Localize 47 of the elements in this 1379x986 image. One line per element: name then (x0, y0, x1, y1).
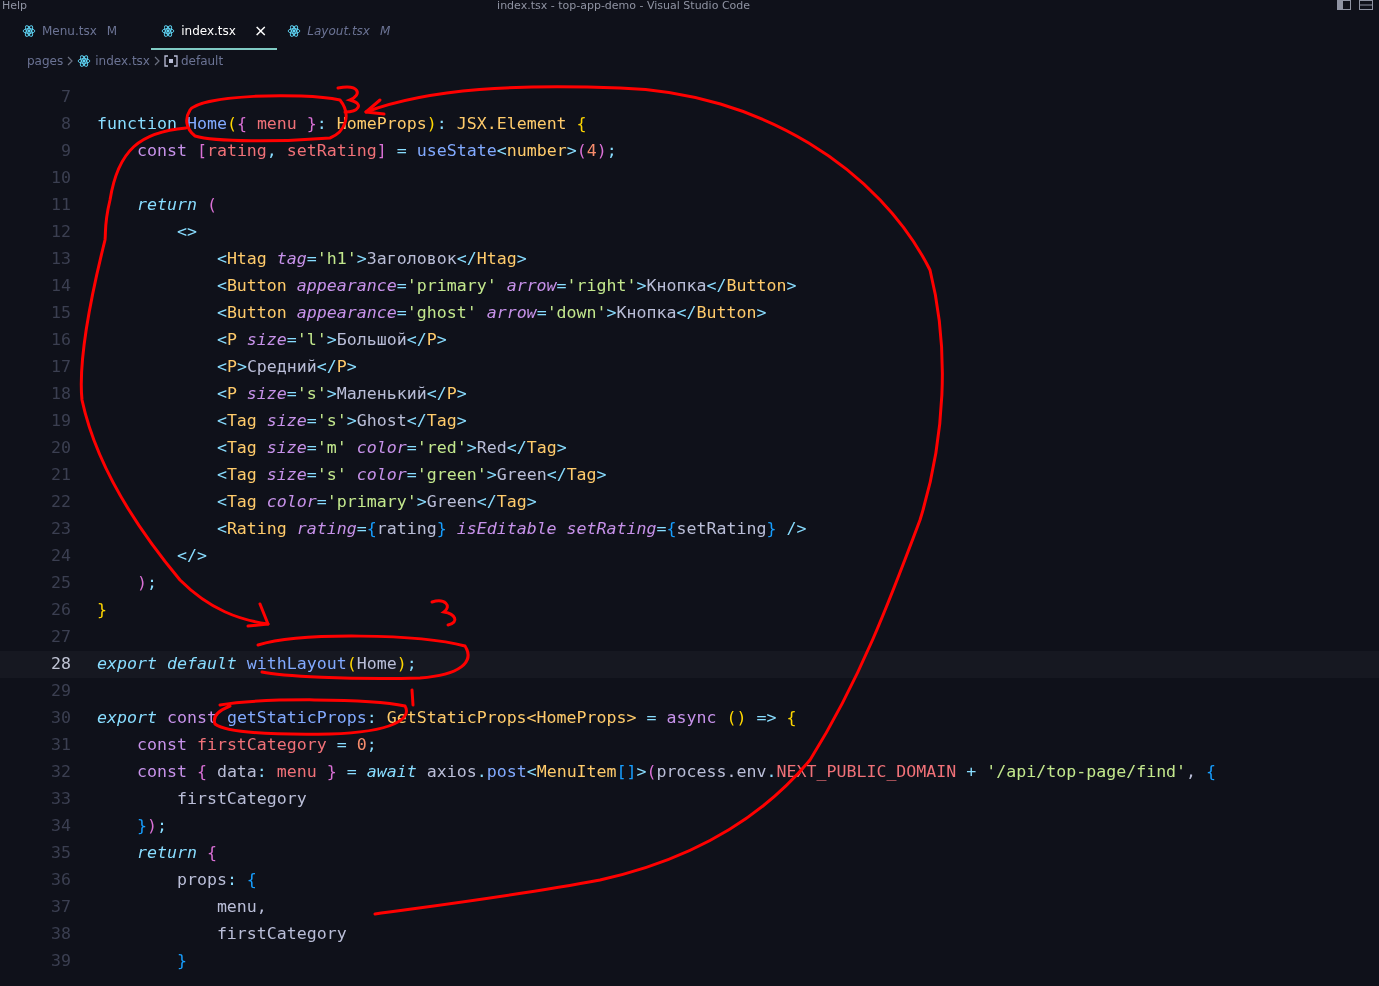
breadcrumb-item[interactable]: pages (27, 52, 64, 70)
code-line: const [rating, setRating] = useState<number>(4); (135, 140, 617, 163)
code-line: <Rating rating={rating} isEditable setRating={setRating} /> (215, 518, 807, 541)
menu-item[interactable]: Help (2, 0, 28, 12)
code-line: menu, (215, 896, 267, 919)
chevron-icon (66, 56, 75, 66)
editor-tab[interactable]: Menu.tsx M (12, 14, 128, 50)
panel-layout-icon[interactable] (1359, 0, 1373, 10)
code-line: <Tag size='s' color='green'>Green</Tag> (215, 464, 607, 487)
modified-label: M (106, 23, 118, 40)
code-line: }); (135, 815, 167, 838)
code-line: return { (135, 842, 217, 865)
react-icon (287, 24, 302, 38)
editor-tab[interactable]: Layout.tsx M (277, 14, 401, 50)
react-icon (22, 24, 36, 38)
react-icon (161, 24, 176, 38)
code-line: <Button appearance='ghost' arrow='down'>Кнопка</Button> (215, 302, 767, 325)
line-number: 28 (50, 653, 72, 676)
code-line: </> (175, 545, 207, 568)
react-icon (77, 54, 92, 68)
code-line: <Tag color='primary'>Green</Tag> (215, 491, 537, 514)
code-line: <> (175, 221, 197, 244)
code-line: props: { (175, 869, 257, 892)
chevron-icon (152, 56, 161, 66)
code-line: <Tag size='m' color='red'>Red</Tag> (215, 437, 567, 460)
window-title: index.tsx - top-app-demo - Visual Studio Code (497, 0, 751, 12)
code-line: ); (135, 572, 157, 595)
code-line: } (97, 599, 107, 622)
code-line: <Button appearance='primary' arrow='right'>Кнопка</Button> (215, 275, 797, 298)
code-line: const firstCategory = 0; (135, 734, 377, 757)
code-line: <P size='s'>Маленький</P> (215, 383, 467, 406)
code-line: return ( (135, 194, 217, 217)
code-line: <P>Средний</P> (215, 356, 357, 379)
code-line: <P size='l'>Большой</P> (215, 329, 447, 352)
breadcrumb-item[interactable]: index.tsx (95, 52, 150, 70)
code-line: export default withLayout(Home); (97, 653, 417, 676)
close-button[interactable]: × (253, 19, 268, 43)
breadcrumb-item[interactable]: default (180, 52, 224, 70)
code-line: firstCategory (215, 923, 347, 946)
code-line: } (175, 950, 187, 973)
code-line: firstCategory (175, 788, 307, 811)
editor-tab[interactable]: index.tsx × (151, 14, 278, 50)
sidebar-layout-icon[interactable] (1337, 0, 1351, 10)
code-line: <Htag tag='h1'>Заголовок</Htag> (215, 248, 527, 271)
symbol-icon (163, 55, 178, 67)
modified-label: M (379, 23, 391, 40)
code-line: <Tag size='s'>Ghost</Tag> (215, 410, 467, 433)
